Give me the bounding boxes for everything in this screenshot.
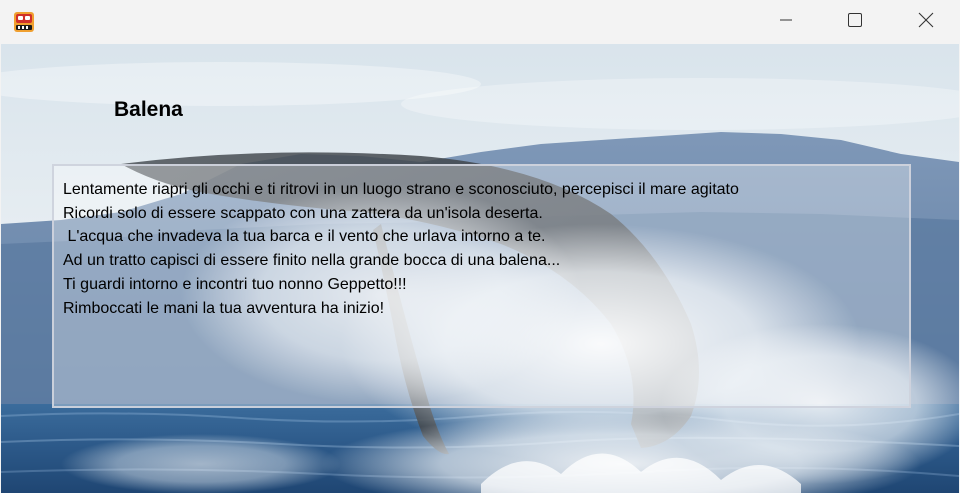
story-line: Ti guardi intorno e incontri tuo nonno G… (63, 275, 407, 293)
maximize-button[interactable] (832, 0, 878, 44)
story-text-area[interactable]: Lentamente riapri gli occhi e ti ritrovi… (52, 164, 911, 408)
app-window: Balena Lentamente riapri gli occhi e ti … (0, 0, 960, 493)
story-line: Ricordi solo di essere scappato con una … (63, 204, 543, 222)
minimize-button[interactable] (763, 0, 809, 44)
close-button[interactable] (903, 0, 949, 44)
scene-title: Balena (114, 98, 183, 121)
game-app-icon (13, 11, 35, 33)
minimize-icon (778, 12, 794, 33)
game-scene: Balena Lentamente riapri gli occhi e ti … (1, 44, 959, 493)
story-line: L'acqua che invadeva la tua barca e il v… (63, 228, 546, 246)
title-bar[interactable] (0, 0, 960, 44)
maximize-icon (847, 12, 863, 33)
story-line: Lentamente riapri gli occhi e ti ritrovi… (63, 181, 739, 198)
story-line: Ad un tratto capisci di essere finito ne… (63, 252, 561, 270)
story-line: Rimboccati le mani la tua avventura ha i… (63, 299, 385, 317)
close-icon (917, 11, 935, 34)
